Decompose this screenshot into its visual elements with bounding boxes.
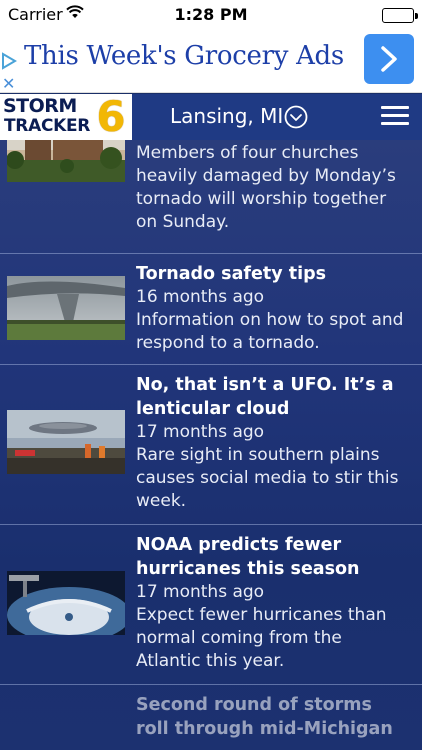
list-item[interactable]: Second round of storms roll through mid-… [0,685,422,750]
item-title: NOAA predicts fewer hurricanes this seas… [136,535,360,579]
item-title: No, that isn’t a UFO. It’s a lenticular … [136,375,394,419]
list-item[interactable]: Members of four churches heavily damaged… [0,140,422,254]
status-bar: Carrier 1:28 PM [0,0,422,30]
item-description: Expect fewer hurricanes than normal comi… [136,605,387,671]
tornado-photo-thumbnail [7,276,125,340]
item-timestamp: 16 months ago [136,287,265,307]
ad-open-button[interactable] [364,34,414,84]
location-selector[interactable]: Lansing, MI [170,104,283,128]
ad-close-icon[interactable]: ✕ [2,74,15,93]
item-description: Rare sight in southern plains causes soc… [136,445,399,511]
item-title: Second round of storms roll through mid-… [136,695,393,739]
chevron-right-icon [381,46,397,72]
hamburger-menu-icon[interactable] [381,106,409,128]
item-description: Information on how to spot and respond t… [136,310,404,353]
church-photo-thumbnail [7,140,125,182]
ad-banner[interactable]: ✕ This Week's Grocery Ads [0,30,422,93]
ad-choices-icon[interactable] [0,52,20,72]
app-header: STORM TRACKER 6 Lansing, MI [0,94,422,140]
stormtracker-logo: STORM TRACKER 6 [0,94,132,140]
battery-icon [382,8,418,23]
clock: 1:28 PM [174,5,248,24]
chevron-down-icon[interactable] [284,105,308,129]
hurricane-satellite-thumbnail [7,571,125,635]
list-item[interactable]: Tornado safety tips 16 months ago Inform… [0,254,422,365]
list-item[interactable]: No, that isn’t a UFO. It’s a lenticular … [0,365,422,525]
item-description: Members of four churches heavily damaged… [136,143,396,232]
item-timestamp: 17 months ago [136,582,265,602]
lenticular-cloud-photo-thumbnail [7,410,125,474]
list-item[interactable]: NOAA predicts fewer hurricanes this seas… [0,525,422,685]
item-title: Tornado safety tips [136,264,327,284]
item-timestamp: 17 months ago [136,422,265,442]
ad-headline[interactable]: This Week's Grocery Ads [24,41,344,71]
news-feed[interactable]: Members of four churches heavily damaged… [0,140,422,750]
